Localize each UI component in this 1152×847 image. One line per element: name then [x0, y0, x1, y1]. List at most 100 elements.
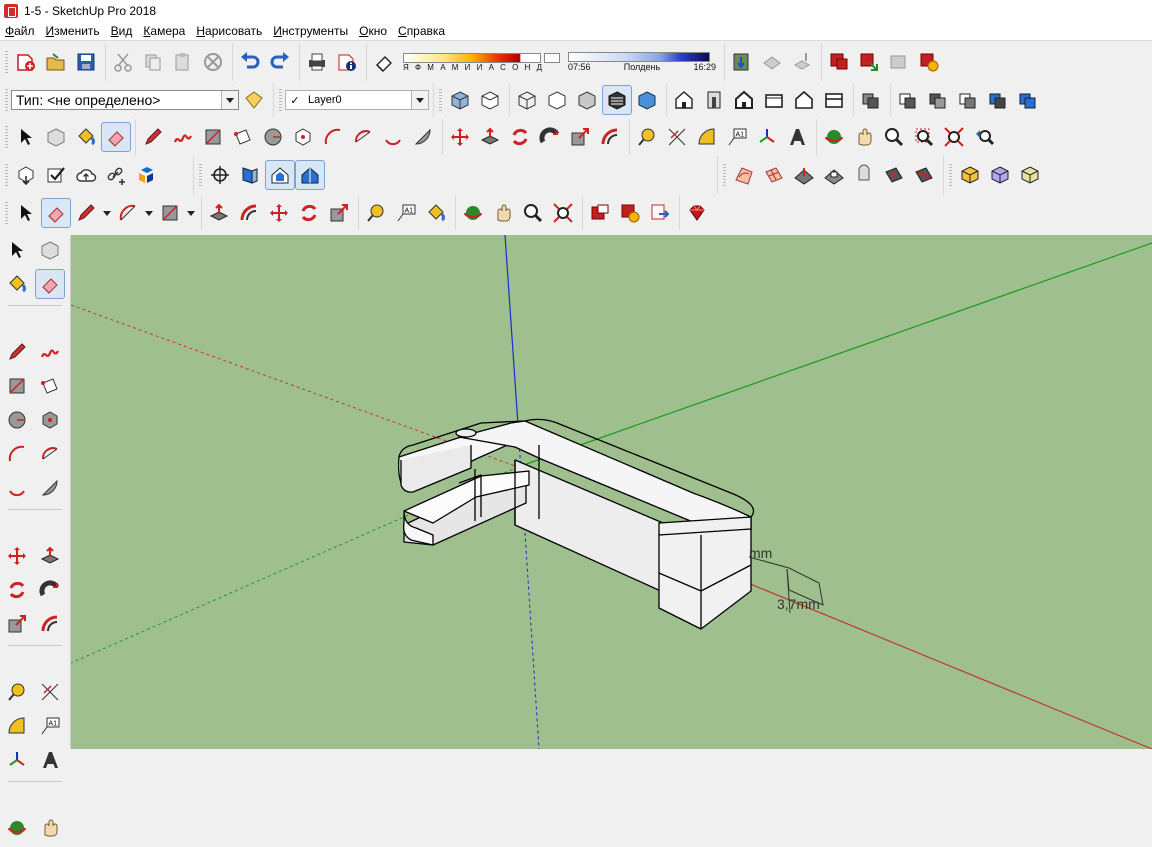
- circle-icon[interactable]: [2, 405, 32, 435]
- section-plane-icon[interactable]: [856, 85, 886, 115]
- layer-select[interactable]: ✓ Layer0: [285, 90, 429, 110]
- paint-bucket-icon[interactable]: [71, 122, 101, 152]
- offset-icon[interactable]: [595, 122, 625, 152]
- menu-window[interactable]: Окно: [354, 24, 393, 38]
- display-section-icon[interactable]: [953, 85, 983, 115]
- section-cuts-icon[interactable]: [983, 85, 1013, 115]
- dimension-icon[interactable]: [35, 677, 65, 707]
- house-section-icon[interactable]: [819, 85, 849, 115]
- follow-me-icon[interactable]: [535, 122, 565, 152]
- zoom-window-icon[interactable]: [909, 122, 939, 152]
- solid-intersect-icon[interactable]: [985, 160, 1015, 190]
- entity-info-icon[interactable]: [239, 85, 269, 115]
- pencil-icon[interactable]: [138, 122, 168, 152]
- back-edges-icon[interactable]: [542, 85, 572, 115]
- zoom-icon[interactable]: [879, 122, 909, 152]
- pencil-icon[interactable]: [2, 337, 32, 367]
- erase-icon[interactable]: [198, 47, 228, 77]
- link-add-icon[interactable]: [101, 160, 131, 190]
- menu-file[interactable]: Файл: [0, 24, 41, 38]
- arc-icon[interactable]: [318, 122, 348, 152]
- open-icon[interactable]: [41, 47, 71, 77]
- warehouse-tool-icon[interactable]: [585, 198, 615, 228]
- menu-tools[interactable]: Инструменты: [268, 24, 354, 38]
- three-point-arc-icon[interactable]: [378, 122, 408, 152]
- menu-draw[interactable]: Нарисовать: [191, 24, 268, 38]
- select-icon[interactable]: [11, 122, 41, 152]
- top-view-icon[interactable]: [475, 85, 505, 115]
- new-icon[interactable]: [11, 47, 41, 77]
- style-type-select[interactable]: Тип: <не определено>: [11, 90, 239, 110]
- arc-icon[interactable]: [2, 439, 32, 469]
- paint-bucket-icon[interactable]: [2, 269, 32, 299]
- import-icon[interactable]: [11, 160, 41, 190]
- drape-icon[interactable]: [849, 160, 879, 190]
- rotated-rectangle-icon[interactable]: [228, 122, 258, 152]
- pie-icon[interactable]: [35, 473, 65, 503]
- rotated-rectangle-icon[interactable]: [35, 371, 65, 401]
- house-front-icon[interactable]: [729, 85, 759, 115]
- axes-icon[interactable]: [752, 122, 782, 152]
- previous-view-icon[interactable]: [969, 122, 999, 152]
- look-around-icon[interactable]: [235, 160, 265, 190]
- eraser-tool-icon[interactable]: [41, 198, 71, 228]
- freehand-icon[interactable]: [168, 122, 198, 152]
- offset-icon[interactable]: [35, 609, 65, 639]
- model-canvas[interactable]: [71, 235, 1152, 749]
- polygon-icon[interactable]: [288, 122, 318, 152]
- menu-camera[interactable]: Камера: [138, 24, 191, 38]
- modeling-viewport[interactable]: mm 3,7mm: [71, 235, 1152, 749]
- 3d-warehouse-share-icon[interactable]: [757, 47, 787, 77]
- move-icon[interactable]: [2, 541, 32, 571]
- push-pull-tool-icon[interactable]: [204, 198, 234, 228]
- text-icon[interactable]: A1: [722, 122, 752, 152]
- flip-edge-icon[interactable]: [909, 160, 939, 190]
- shaded-icon[interactable]: [602, 85, 632, 115]
- two-point-arc-icon[interactable]: [348, 122, 378, 152]
- pan-icon[interactable]: [849, 122, 879, 152]
- trimble-connect-icon[interactable]: [131, 160, 161, 190]
- chevron-down-icon[interactable]: [411, 91, 428, 109]
- 3d-text-icon[interactable]: [35, 745, 65, 775]
- menu-edit[interactable]: Изменить: [41, 24, 106, 38]
- scale-tool-icon[interactable]: [324, 198, 354, 228]
- ruby-console-icon[interactable]: [682, 198, 712, 228]
- polygon-icon[interactable]: [35, 405, 65, 435]
- section-fill-icon[interactable]: [923, 85, 953, 115]
- eraser-icon[interactable]: [35, 269, 65, 299]
- chevron-down-icon[interactable]: [185, 201, 197, 225]
- move-tool-icon[interactable]: [264, 198, 294, 228]
- print-icon[interactable]: [302, 47, 332, 77]
- orbit-icon[interactable]: [2, 813, 32, 843]
- walk-through-icon[interactable]: [295, 160, 325, 190]
- smoove-icon[interactable]: [789, 160, 819, 190]
- extensions-icon[interactable]: [914, 47, 944, 77]
- paste-icon[interactable]: [168, 47, 198, 77]
- extension-warehouse-tool-icon[interactable]: [615, 198, 645, 228]
- sandbox-from-contours-icon[interactable]: [729, 160, 759, 190]
- menu-view[interactable]: Вид: [106, 24, 139, 38]
- orbit-icon[interactable]: [819, 122, 849, 152]
- checkbox-icon[interactable]: [41, 160, 71, 190]
- paint-bucket-tool-icon[interactable]: [421, 198, 451, 228]
- shape-tool-icon[interactable]: [155, 198, 185, 228]
- tape-measure-icon[interactable]: [2, 677, 32, 707]
- house-outline-icon[interactable]: [789, 85, 819, 115]
- circle-icon[interactable]: [258, 122, 288, 152]
- xray-icon[interactable]: [512, 85, 542, 115]
- scale-icon[interactable]: [2, 609, 32, 639]
- 3d-text-icon[interactable]: [782, 122, 812, 152]
- undo-icon[interactable]: [235, 47, 265, 77]
- protractor-icon[interactable]: [2, 711, 32, 741]
- walk-icon[interactable]: [265, 160, 295, 190]
- solid-union-icon[interactable]: [1015, 160, 1045, 190]
- cut-icon[interactable]: [108, 47, 138, 77]
- house-top-icon[interactable]: [759, 85, 789, 115]
- pan-icon[interactable]: [35, 813, 65, 843]
- text-icon[interactable]: A1: [35, 711, 65, 741]
- date-slider[interactable]: [403, 52, 541, 63]
- rotate-icon[interactable]: [2, 575, 32, 605]
- rotate-icon[interactable]: [505, 122, 535, 152]
- rectangle-icon[interactable]: [198, 122, 228, 152]
- stamp-icon[interactable]: [819, 160, 849, 190]
